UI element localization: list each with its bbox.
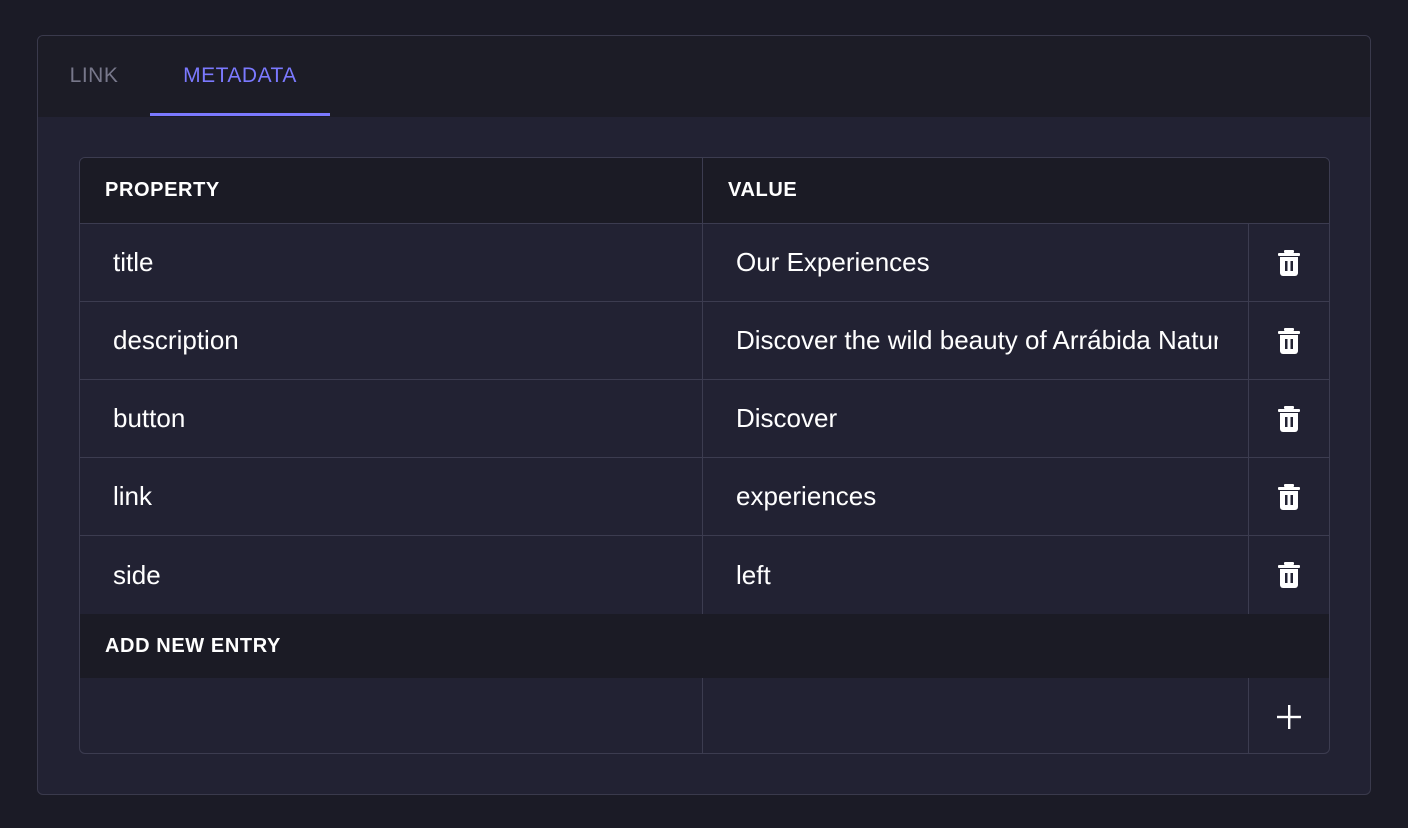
table-row: title Our Experiences [80, 224, 1329, 302]
tab-metadata[interactable]: METADATA [150, 36, 330, 116]
property-cell[interactable]: button [80, 380, 703, 457]
new-value-cell [703, 678, 1249, 753]
add-entry-button[interactable] [1249, 678, 1329, 753]
table-header: PROPERTY VALUE [80, 158, 1329, 224]
tab-bar: LINK METADATA [38, 36, 1370, 117]
delete-row-button[interactable] [1249, 224, 1329, 301]
value-cell[interactable]: experiences [703, 458, 1249, 535]
table-row: link experiences [80, 458, 1329, 536]
trash-icon [1278, 483, 1300, 510]
plus-icon [1277, 704, 1301, 729]
trash-icon [1278, 405, 1300, 432]
value-cell[interactable]: Our Experiences [703, 224, 1249, 301]
trash-icon [1278, 562, 1300, 588]
value-text: experiences [736, 481, 877, 511]
property-cell[interactable]: side [80, 536, 703, 614]
delete-row-button[interactable] [1249, 380, 1329, 457]
metadata-panel: LINK METADATA PROPERTY VALUE title Our E… [37, 35, 1371, 795]
trash-icon [1278, 327, 1300, 354]
column-header-property: PROPERTY [80, 158, 703, 223]
add-entry-row [80, 678, 1329, 753]
value-text: Discover the wild beauty of Arrábida Nat… [736, 325, 1218, 355]
delete-row-button[interactable] [1249, 536, 1329, 614]
value-cell[interactable]: Discover the wild beauty of Arrábida Nat… [703, 302, 1249, 379]
property-cell[interactable]: title [80, 224, 703, 301]
add-new-entry-header: ADD NEW ENTRY [80, 614, 1329, 678]
property-cell[interactable]: description [80, 302, 703, 379]
table-row: button Discover [80, 380, 1329, 458]
value-cell[interactable]: Discover [703, 380, 1249, 457]
trash-icon [1278, 249, 1300, 276]
table-row: side left [80, 536, 1329, 614]
metadata-table: PROPERTY VALUE title Our Experiences des… [79, 157, 1330, 754]
tab-link[interactable]: LINK [38, 36, 150, 116]
delete-row-button[interactable] [1249, 302, 1329, 379]
new-property-input[interactable] [113, 678, 702, 753]
new-property-cell [80, 678, 703, 753]
new-value-input[interactable] [736, 678, 1218, 753]
property-cell[interactable]: link [80, 458, 703, 535]
value-text: left [736, 559, 771, 590]
value-text: Our Experiences [736, 247, 930, 277]
value-cell[interactable]: left [703, 536, 1249, 614]
table-row: description Discover the wild beauty of … [80, 302, 1329, 380]
delete-row-button[interactable] [1249, 458, 1329, 535]
column-header-value: VALUE [728, 179, 798, 201]
value-text: Discover [736, 403, 838, 433]
